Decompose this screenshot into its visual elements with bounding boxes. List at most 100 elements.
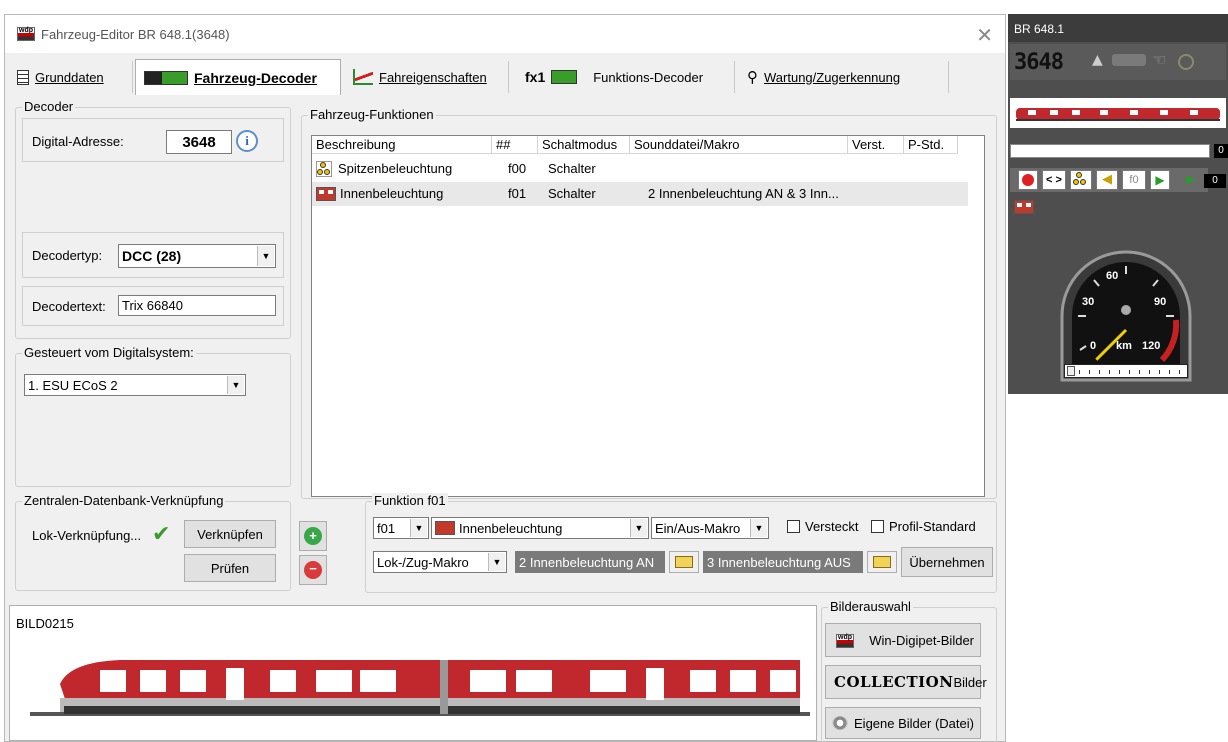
macro-off-field[interactable]: 3 Innenbeleuchtung AUS	[703, 551, 863, 573]
decoder-text-label: Decodertext:	[32, 299, 106, 314]
hidden-checkbox[interactable]	[787, 520, 800, 533]
speed-readout: 0	[1214, 144, 1228, 158]
lights-function-button[interactable]	[1070, 170, 1092, 190]
table-row[interactable]: Spitzenbeleuchtung f00 Schalter	[312, 157, 968, 181]
tab-fahreigenschaften[interactable]: Fahreigenschaften	[345, 61, 509, 93]
speed-curve-icon	[353, 69, 373, 85]
folder-open-on-button[interactable]	[669, 551, 699, 573]
tab-wartung[interactable]: ⚲ Wartung/Zugerkennung	[739, 61, 949, 93]
decoder-type-select[interactable]: DCC (28) ▼	[118, 244, 276, 268]
checkmark-icon: ✔	[152, 522, 171, 547]
panel-title: BR 648.1	[1014, 22, 1065, 36]
function-detail-legend: Funktion f01	[372, 493, 448, 508]
direction-toggle-button[interactable]: < >	[1042, 170, 1066, 190]
record-button[interactable]	[1018, 170, 1038, 190]
play-button[interactable]: ▶	[1150, 170, 1170, 190]
table-row[interactable]: Innenbeleuchtung f01 Schalter 2 Innenbel…	[312, 182, 968, 206]
profile-standard-label: Profil-Standard	[889, 519, 976, 534]
macro-type-select[interactable]: Lok-/Zug-Makro ▼	[373, 551, 507, 573]
function-name-select[interactable]: Innenbeleuchtung ▼	[431, 517, 649, 539]
title-bar: wdp Fahrzeug-Editor BR 648.1(3648) ✕	[5, 15, 1005, 53]
collection-pictures-button[interactable]: COLLECTION Bilder	[825, 665, 987, 699]
direction-up-icon[interactable]: ▲	[1092, 52, 1103, 68]
folder-icon	[675, 556, 693, 568]
throttle-scale	[1079, 370, 1183, 374]
power-icon[interactable]	[1178, 54, 1194, 70]
tab-fahrzeug-decoder[interactable]: Fahrzeug-Decoder	[135, 59, 341, 95]
camera-icon	[832, 716, 849, 730]
hidden-label: Versteckt	[805, 519, 859, 534]
decoder-text-input[interactable]: Trix 66840	[118, 295, 276, 316]
loco-link-label: Lok-Verknüpfung...	[32, 528, 142, 543]
function-number-select[interactable]: f01 ▼	[373, 517, 429, 539]
apply-button[interactable]: Übernehmen	[901, 547, 993, 577]
close-button[interactable]: ✕	[976, 23, 993, 47]
speaker-icon: ◀	[1102, 172, 1112, 187]
info-icon[interactable]: i	[236, 130, 258, 152]
address-label: Digital-Adresse:	[32, 134, 124, 149]
interior-light-icon[interactable]	[1014, 200, 1034, 214]
app-logo-icon: wdp	[17, 27, 35, 41]
col-header-description[interactable]: Beschreibung	[312, 136, 492, 154]
lights-icon	[1073, 172, 1089, 188]
speed-bar[interactable]	[1010, 144, 1210, 158]
wdp-pictures-button[interactable]: wdp Win-Digipet-Bilder	[825, 623, 981, 657]
play-icon: ▶	[1155, 173, 1165, 187]
decoder-type-label: Decodertyp:	[32, 248, 103, 263]
functions-table[interactable]: Beschreibung ## Schaltmodus Sounddatei/M…	[311, 135, 985, 497]
play-icon-small: ▶	[1186, 172, 1196, 186]
digital-system-legend: Gesteuert vom Digitalsystem:	[22, 345, 196, 360]
chevron-down-icon: ▼	[630, 519, 647, 537]
tab-grunddaten[interactable]: Grunddaten	[9, 61, 133, 93]
interior-light-icon	[435, 521, 455, 535]
folder-open-off-button[interactable]	[867, 551, 897, 573]
hand-icon[interactable]: ☜	[1152, 50, 1166, 69]
wdp-logo-icon: wdp	[836, 634, 854, 648]
tab-funktions-decoder[interactable]: fx1 Funktions-Decoder	[517, 61, 735, 93]
function-mode-select[interactable]: Ein/Aus-Makro ▼	[651, 517, 769, 539]
col-header-profile[interactable]: P-Std.	[904, 136, 958, 154]
central-db-group: Zentralen-Datenbank-Verknüpfung Lok-Verk…	[15, 493, 291, 591]
central-db-legend: Zentralen-Datenbank-Verknüpfung	[22, 493, 226, 508]
function-readout: 0	[1204, 174, 1226, 188]
decoder-legend: Decoder	[22, 99, 76, 114]
col-header-mode[interactable]: Schaltmodus	[538, 136, 630, 154]
col-header-number[interactable]: ##	[492, 136, 538, 154]
profile-standard-checkbox[interactable]	[871, 520, 884, 533]
vehicle-image-area: BILD0215	[9, 605, 817, 741]
chevron-down-icon: ▼	[410, 519, 427, 537]
folder-icon	[873, 556, 891, 568]
speedo-needle	[1095, 328, 1128, 361]
add-function-button[interactable]: +	[299, 521, 327, 551]
throttle-handle[interactable]	[1067, 366, 1075, 376]
address-display: 3648	[1014, 50, 1064, 75]
train-image	[30, 660, 810, 716]
address-value[interactable]: 3648	[166, 130, 232, 154]
lights-icon	[316, 161, 332, 177]
remove-function-button[interactable]: −	[299, 555, 327, 585]
chevron-down-icon: ▼	[488, 553, 505, 571]
digital-system-group: Gesteuert vom Digitalsystem: 1. ESU ECoS…	[15, 345, 291, 487]
decoder-group: Decoder Digital-Adresse: 3648 i Decodert…	[15, 99, 291, 339]
chevron-down-icon: ▼	[750, 519, 767, 537]
own-pictures-button[interactable]: Eigene Bilder (Datei)	[825, 707, 981, 739]
function-decoder-icon	[551, 70, 578, 84]
locomotive-decoder-icon	[144, 70, 188, 85]
document-icon	[17, 69, 29, 85]
col-header-sound[interactable]: Sounddatei/Makro	[630, 136, 848, 154]
link-button[interactable]: Verknüpfen	[184, 520, 276, 548]
col-header-hidden[interactable]: Verst.	[848, 136, 904, 154]
tab-bar: Grunddaten Fahrzeug-Decoder Fahreigensch…	[5, 59, 1005, 95]
throttle-slider[interactable]	[1064, 364, 1188, 378]
chevron-down-icon: ▼	[227, 376, 244, 394]
interior-light-icon	[316, 187, 336, 201]
collection-logo: COLLECTION	[834, 673, 954, 691]
picture-selection-legend: Bilderauswahl	[828, 599, 913, 614]
macro-on-field[interactable]: 2 Innenbeleuchtung AN	[515, 551, 665, 573]
check-button[interactable]: Prüfen	[184, 554, 276, 582]
sound-button[interactable]: ◀	[1096, 170, 1118, 190]
f0-button[interactable]: f0	[1122, 170, 1146, 190]
digital-system-select[interactable]: 1. ESU ECoS 2 ▼	[24, 374, 246, 396]
window-title: Fahrzeug-Editor BR 648.1(3648)	[41, 27, 230, 42]
train-small-icon	[1112, 54, 1146, 66]
